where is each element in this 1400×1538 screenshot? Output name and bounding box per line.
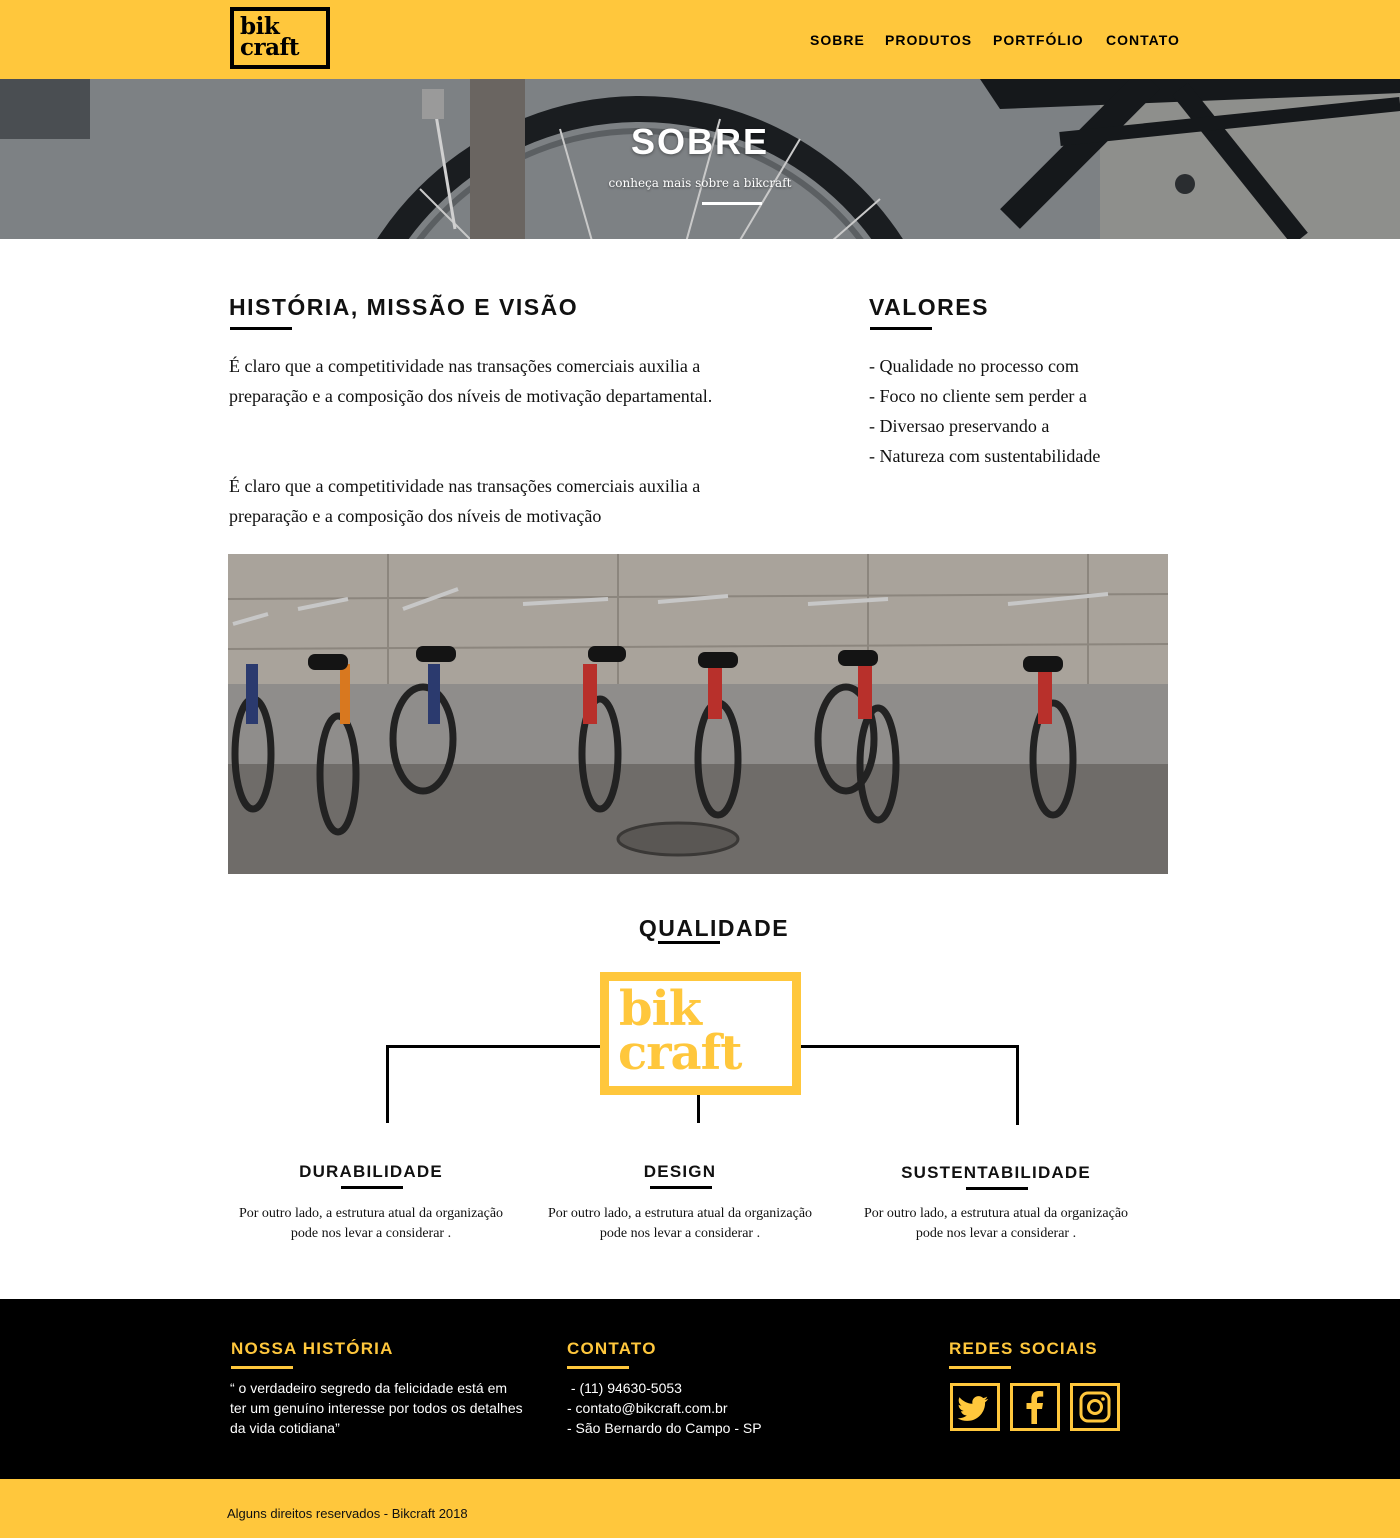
- copyright-bar: Alguns direitos reservados - Bikcraft 20…: [0, 1479, 1400, 1538]
- connector-left-horizontal: [386, 1045, 600, 1048]
- site-header: bik craft SOBRE PRODUTOS PORTFÓLIO CONTA…: [0, 0, 1400, 79]
- connector-center-vertical: [697, 1095, 700, 1123]
- hero-banner: SOBRE conheça mais sobre a bikcraft: [0, 79, 1400, 239]
- pillar-underline: [341, 1186, 403, 1189]
- instagram-icon[interactable]: [1070, 1383, 1120, 1431]
- quality-title: QUALIDADE: [638, 915, 790, 941]
- bikcraft-quality-logo: bik craft: [600, 972, 801, 1095]
- hero-title: SOBRE: [630, 121, 770, 162]
- values-item: - Natureza com sustentabilidade: [869, 446, 1101, 466]
- site-footer: NOSSA HISTÓRIA “ o verdadeiro segredo da…: [0, 1299, 1400, 1479]
- pillar-title-sustentabilidade: SUSTENTABILIDADE: [901, 1163, 1091, 1182]
- contact-address: - São Bernardo do Campo - SP: [567, 1420, 762, 1436]
- pillar-text-design: Por outro lado, a estrutura atual da org…: [547, 1206, 813, 1241]
- hero-divider: [702, 202, 762, 205]
- main-nav: SOBRE PRODUTOS PORTFÓLIO CONTATO: [0, 32, 1400, 52]
- footer-contact-title: CONTATO: [567, 1339, 657, 1358]
- nav-contato[interactable]: CONTATO: [1106, 32, 1180, 48]
- pillar-title-design: DESIGN: [643, 1162, 717, 1181]
- hero-subtitle: conheça mais sobre a bikcraft: [608, 176, 792, 190]
- footer-history-quote: “ o verdadeiro segredo da felicidade est…: [230, 1380, 523, 1436]
- history-paragraph-1: É claro que a competitividade nas transa…: [229, 356, 713, 406]
- quality-logo-line2: craft: [618, 1025, 742, 1081]
- quality-underline: [658, 941, 720, 944]
- history-title: HISTÓRIA, MISSÃO E VISÃO: [229, 294, 579, 320]
- connector-right-horizontal: [801, 1045, 1019, 1048]
- contact-email[interactable]: - contato@bikcraft.com.br: [567, 1398, 728, 1418]
- footer-social-title: REDES SOCIAIS: [949, 1339, 1098, 1358]
- nav-portfolio[interactable]: PORTFÓLIO: [993, 32, 1084, 48]
- footer-contact-underline: [567, 1366, 629, 1369]
- twitter-icon[interactable]: [950, 1383, 1000, 1431]
- facebook-icon[interactable]: [1010, 1383, 1060, 1431]
- values-item: - Foco no cliente sem perder a: [869, 386, 1087, 406]
- footer-social-underline: [949, 1366, 1011, 1369]
- nav-sobre[interactable]: SOBRE: [810, 32, 865, 48]
- connector-right-vertical: [1016, 1045, 1019, 1125]
- pillar-text-durabilidade: Por outro lado, a estrutura atual da org…: [238, 1206, 504, 1241]
- pillar-title-durabilidade: DURABILIDADE: [299, 1162, 443, 1181]
- bicycles-photo: [228, 554, 1168, 874]
- connector-left-vertical: [386, 1045, 389, 1123]
- pillar-text-sustentabilidade: Por outro lado, a estrutura atual da org…: [863, 1206, 1129, 1241]
- nav-produtos[interactable]: PRODUTOS: [885, 32, 972, 48]
- footer-history-title: NOSSA HISTÓRIA: [231, 1339, 394, 1358]
- history-underline: [230, 327, 292, 330]
- copyright-text: Alguns direitos reservados - Bikcraft 20…: [227, 1506, 468, 1521]
- values-item: - Qualidade no processo com: [869, 356, 1079, 376]
- values-title: VALORES: [869, 294, 989, 320]
- values-item: - Diversao preservando a: [869, 416, 1050, 436]
- footer-history-underline: [231, 1366, 293, 1369]
- contact-phone[interactable]: - (11) 94630-5053: [567, 1378, 682, 1398]
- history-paragraph-2: É claro que a competitividade nas transa…: [229, 476, 701, 526]
- values-underline: [870, 327, 932, 330]
- pillar-underline: [650, 1186, 712, 1189]
- pillar-underline: [966, 1187, 1028, 1190]
